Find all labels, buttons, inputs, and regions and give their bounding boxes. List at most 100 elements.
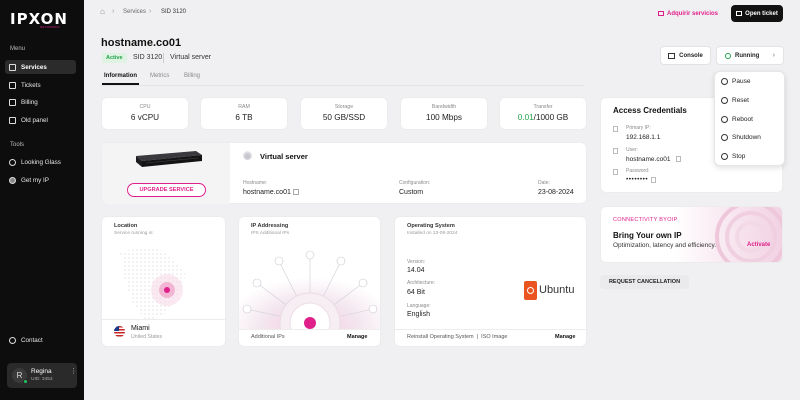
- dropdown-item-shutdown[interactable]: Shutdown: [721, 134, 761, 141]
- hostname-label: Hostname:: [243, 180, 268, 186]
- open-ticket-button[interactable]: Open ticket: [731, 5, 783, 22]
- copy-icon[interactable]: [651, 177, 656, 183]
- stat-label: RAM: [238, 104, 250, 110]
- user-uid: UID: 3453: [31, 377, 53, 382]
- tab-information[interactable]: Information: [104, 73, 137, 79]
- transfer-used: 0.01: [517, 113, 534, 122]
- more-vertical-icon[interactable]: ⋮: [70, 368, 77, 375]
- stat-value: 6 vCPU: [130, 113, 160, 122]
- running-label: Running: [735, 52, 760, 59]
- dropdown-item-pause[interactable]: Pause: [721, 78, 750, 85]
- world-map-dots: [120, 247, 186, 321]
- console-icon: [668, 52, 676, 59]
- byoip-description: Optimization, latency and efficiency.: [613, 242, 717, 249]
- console-button[interactable]: Console: [660, 46, 711, 65]
- copy-icon[interactable]: [676, 156, 681, 162]
- contact-icon: [9, 336, 16, 344]
- breadcrumb-services[interactable]: Services: [123, 9, 146, 15]
- stat-label: Storage: [334, 104, 354, 110]
- request-cancellation-button[interactable]: REQUEST CANCELLATION: [600, 275, 689, 289]
- user-value: hostname.co01: [626, 156, 671, 163]
- adquirir-servicios-button[interactable]: Adquirir servicios: [656, 7, 720, 20]
- status-badge: Active: [102, 53, 127, 63]
- running-dropdown-button[interactable]: Running ›: [716, 46, 784, 65]
- sidebar-item-contact[interactable]: Contact: [5, 333, 76, 347]
- ip-addressing-card: IP Addressing IPS Additional IPs Additio…: [238, 216, 381, 347]
- sidebar-item-old-panel[interactable]: Old panel: [5, 113, 76, 127]
- stat-label: Transfer: [533, 104, 553, 110]
- os-language-label: Language:: [407, 303, 431, 309]
- location-city: Miami: [131, 325, 150, 332]
- dropdown-item-stop[interactable]: Stop: [721, 153, 745, 160]
- tab-metrics[interactable]: Metrics: [150, 73, 169, 79]
- password-label: Password:: [626, 168, 650, 174]
- logo-subtitle: NETWORKS: [40, 25, 60, 29]
- cart-icon: [657, 11, 664, 16]
- sidebar-item-label: Get my IP: [21, 176, 49, 184]
- additional-ips-label: Additional IPs: [251, 334, 285, 340]
- hostname-value: hostname.co01: [243, 189, 291, 196]
- os-architecture-value: 64 Bit: [407, 289, 425, 296]
- user-card[interactable]: R Regina UID: 3453 ⋮: [7, 363, 77, 388]
- external-link-icon[interactable]: [293, 189, 299, 195]
- console-label: Console: [679, 52, 703, 59]
- stop-icon: [721, 153, 728, 160]
- dropdown-item-reboot[interactable]: Reboot: [721, 116, 753, 123]
- user-label: User:: [626, 147, 638, 153]
- stat-card-ram: RAM 6 TB: [200, 97, 288, 130]
- stat-card-cpu: CPU 6 vCPU: [101, 97, 189, 130]
- server-type-label: Virtual server: [170, 54, 212, 61]
- location-card: Location Service running in: Miami Unite…: [101, 216, 226, 347]
- activate-link[interactable]: Activate: [747, 242, 770, 248]
- location-country: United States: [131, 334, 163, 340]
- upgrade-service-button[interactable]: UPGRADE SERVICE: [127, 183, 206, 197]
- configuration-value: Custom: [399, 189, 424, 196]
- breadcrumb-separator-icon: ›: [149, 8, 152, 15]
- location-title: Location: [114, 223, 138, 229]
- reinstall-os-link[interactable]: Reinstall Operating System | ISO Image: [407, 334, 507, 340]
- tab-billing[interactable]: Billing: [184, 73, 200, 79]
- breadcrumb-separator-icon: ›: [112, 8, 115, 15]
- avatar-initial: R: [16, 371, 23, 380]
- tools-section-label: Tools: [10, 142, 25, 148]
- sidebar-item-get-my-ip[interactable]: Get my IP: [5, 173, 76, 187]
- location-divider: [102, 319, 225, 320]
- power-actions-dropdown: Pause Reset Reboot Shutdown Stop: [714, 71, 785, 166]
- ip-title: IP Addressing: [251, 223, 289, 229]
- chevron-right-icon: ›: [772, 52, 775, 59]
- sidebar-item-label: Tickets: [21, 81, 41, 89]
- lock-icon: [613, 169, 618, 175]
- os-manage-link[interactable]: Manage: [555, 334, 575, 340]
- user-name: Regina: [31, 368, 52, 375]
- home-icon[interactable]: ⌂: [100, 8, 108, 16]
- byoip-decoration: [715, 207, 782, 262]
- power-icon: [725, 52, 731, 59]
- ticket-icon: [736, 11, 743, 16]
- dropdown-item-reset[interactable]: Reset: [721, 97, 749, 104]
- date-value: 23-08-2024: [538, 189, 574, 196]
- tabs-divider: [101, 85, 584, 86]
- sidebar-item-label: Services: [21, 63, 47, 71]
- pause-icon: [721, 78, 728, 85]
- header-divider: [163, 53, 164, 63]
- sidebar-item-looking-glass[interactable]: Looking Glass: [5, 155, 76, 169]
- copy-icon[interactable]: [613, 148, 618, 154]
- stat-value: 0.01/1000 GB: [500, 113, 586, 122]
- dropdown-item-label: Pause: [732, 78, 751, 85]
- stat-card-storage: Storage 50 GB/SSD: [300, 97, 388, 130]
- shutdown-icon: [721, 134, 728, 141]
- sidebar-item-billing[interactable]: Billing: [5, 95, 76, 109]
- stat-value: 100 Mbps: [426, 113, 462, 122]
- stat-label: CPU: [139, 104, 151, 110]
- ip-manage-link[interactable]: Manage: [347, 334, 367, 340]
- copy-icon[interactable]: [613, 126, 618, 132]
- adquirir-label: Adquirir servicios: [666, 10, 719, 17]
- stat-value: 6 TB: [235, 113, 253, 122]
- access-title: Access Credentials: [613, 106, 687, 115]
- dropdown-item-label: Shutdown: [732, 134, 761, 141]
- stat-label: Bandwidth: [431, 104, 457, 110]
- sidebar-item-services[interactable]: Services: [5, 60, 76, 74]
- stat-card-bandwidth: Bandwidth 100 Mbps: [400, 97, 488, 130]
- server-type-icon: [243, 151, 252, 160]
- sidebar-item-tickets[interactable]: Tickets: [5, 78, 76, 92]
